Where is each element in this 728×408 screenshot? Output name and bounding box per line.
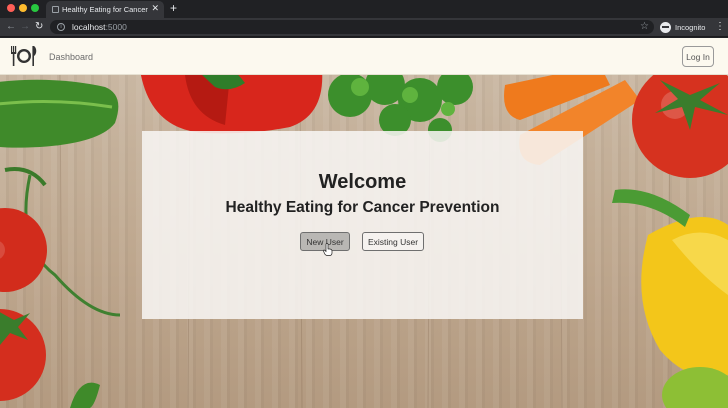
page-title: Welcome [318,171,407,193]
incognito-avatar-icon[interactable] [660,22,671,33]
browser-tab-active[interactable]: Healthy Eating for Cancer Prev ✕ [46,1,164,18]
login-button[interactable]: Log In [682,46,714,67]
welcome-card: Welcome Healthy Eating for Cancer Preven… [142,131,583,319]
maximize-window-button[interactable] [31,4,39,12]
hand-pointer-cursor-icon [323,243,333,256]
existing-user-button[interactable]: Existing User [362,232,424,251]
browser-tabstrip: Healthy Eating for Cancer Prev ✕ + [0,0,728,18]
close-window-button[interactable] [7,4,15,12]
url-port: :5000 [105,22,127,32]
tab-close-icon[interactable]: ✕ [151,3,159,14]
nav-link-dashboard[interactable]: Dashboard [49,51,93,63]
app-navbar: Dashboard Log In [0,38,728,75]
url-text[interactable]: localhost:5000 [72,21,127,33]
bookmark-star-icon[interactable]: ☆ [640,20,649,34]
minimize-window-button[interactable] [19,4,27,12]
address-bar[interactable]: i localhost:5000 [50,20,654,34]
favicon-icon [52,6,59,13]
tab-title: Healthy Eating for Cancer Prev [62,5,150,14]
info-icon[interactable]: i [57,23,65,31]
kebab-menu-icon[interactable]: ⋮ [715,20,725,34]
incognito-label[interactable]: Incognito [675,22,705,33]
hero-section: Welcome Healthy Eating for Cancer Preven… [0,75,728,408]
new-tab-button[interactable]: + [170,1,177,15]
url-host: localhost [72,22,106,32]
reload-icon[interactable]: ↻ [35,20,43,34]
plate-and-cutlery-icon[interactable] [10,43,38,69]
browser-toolbar: ← → ↻ i localhost:5000 ☆ Incognito ⋮ [0,18,728,37]
back-arrow-icon[interactable]: ← [6,20,16,34]
page-subtitle: Healthy Eating for Cancer Prevention [225,199,500,216]
forward-arrow-icon[interactable]: → [20,20,30,34]
